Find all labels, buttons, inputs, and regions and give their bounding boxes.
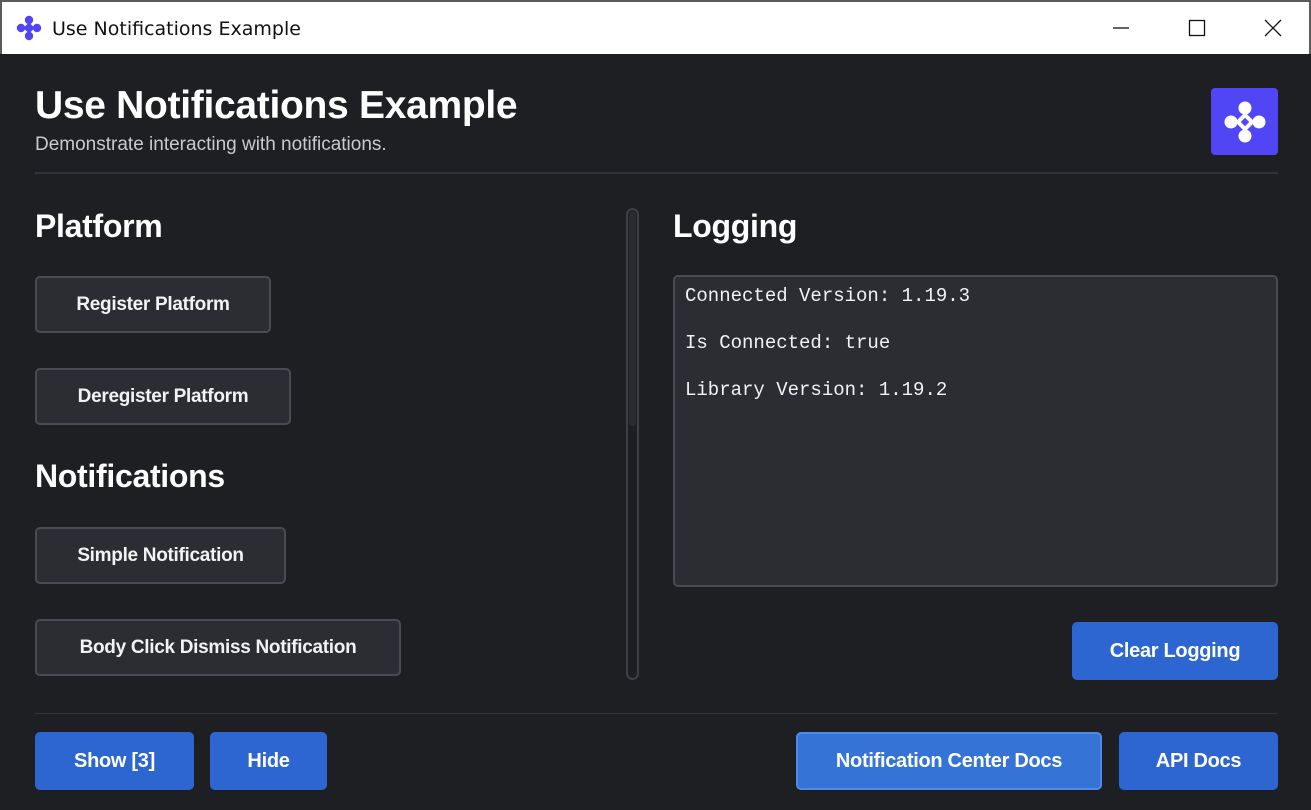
footer-divider: [35, 713, 1278, 714]
minimize-button[interactable]: [1098, 8, 1144, 48]
maximize-icon: [1188, 19, 1206, 37]
log-line: Connected Version: 1.19.3: [685, 285, 971, 307]
show-button[interactable]: Show [3]: [35, 732, 194, 790]
header-divider: [35, 172, 1278, 174]
log-line: Is Connected: true: [685, 332, 891, 354]
scrollbar-thumb[interactable]: [629, 211, 636, 426]
logging-heading: Logging: [673, 208, 798, 244]
register-platform-button[interactable]: Register Platform: [35, 276, 271, 333]
platform-heading: Platform: [35, 208, 163, 244]
brand-logo-icon: [1224, 101, 1265, 142]
page-subtitle: Demonstrate interacting with notificatio…: [35, 134, 387, 155]
app-logo-icon: [16, 15, 42, 41]
brand-logo: [1211, 88, 1278, 155]
notification-center-docs-button[interactable]: Notification Center Docs: [796, 732, 1102, 790]
log-output[interactable]: Connected Version: 1.19.3 Is Connected: …: [673, 275, 1278, 587]
api-docs-button[interactable]: API Docs: [1119, 732, 1278, 790]
simple-notification-button[interactable]: Simple Notification: [35, 527, 286, 584]
close-button[interactable]: [1250, 8, 1296, 48]
body-click-dismiss-notification-button[interactable]: Body Click Dismiss Notification: [35, 619, 401, 676]
close-icon: [1264, 19, 1282, 37]
clear-logging-button[interactable]: Clear Logging: [1072, 622, 1278, 680]
minimize-icon: [1113, 27, 1129, 29]
hide-button[interactable]: Hide: [210, 732, 327, 790]
window-title: Use Notifications Example: [52, 18, 301, 40]
notifications-heading: Notifications: [35, 458, 225, 494]
window-titlebar: Use Notifications Example: [0, 0, 1311, 54]
log-line: Library Version: 1.19.2: [685, 379, 948, 401]
page-title: Use Notifications Example: [35, 84, 518, 127]
maximize-button[interactable]: [1174, 8, 1220, 48]
deregister-platform-button[interactable]: Deregister Platform: [35, 368, 291, 425]
app-window: Use Notifications Example Demonstrate in…: [0, 54, 1311, 810]
